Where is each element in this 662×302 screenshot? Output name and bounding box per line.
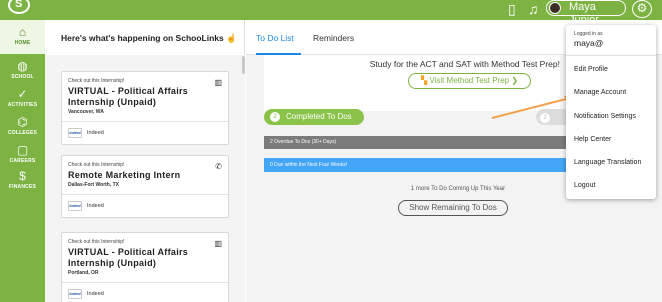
bell-icon[interactable]: ♫ <box>528 2 539 16</box>
source-label: Indeed <box>87 130 104 136</box>
sidebar-item-activities[interactable]: ✓ ACTIVITIES <box>0 88 45 108</box>
overdue-bar[interactable]: 2 Overdue To Dos (30+ Days) <box>264 136 566 149</box>
feed-card[interactable]: Check out this Internship! VIRTUAL - Pol… <box>61 71 229 145</box>
completed-count: 2 <box>270 112 280 122</box>
card-location: Vancouver, WA <box>68 109 104 115</box>
building-icon: ⌬ <box>17 115 28 129</box>
completed-label: Completed To Dos <box>286 112 352 121</box>
feed-scrollbar[interactable] <box>242 56 245 74</box>
logo-icon[interactable] <box>8 0 30 14</box>
card-title[interactable]: VIRTUAL - Political Affairs Internship (… <box>68 86 222 108</box>
menu-item-notification-settings[interactable]: Notification Settings <box>574 113 636 120</box>
building-icon: ▥ <box>214 78 222 87</box>
sidebar-item-label: SCHOOL <box>11 74 34 80</box>
gear-icon[interactable]: ⚙ <box>632 0 652 18</box>
logged-in-label: Logged in as <box>574 31 603 37</box>
menu-item-help-center[interactable]: Help Center <box>574 136 611 143</box>
sidebar-item-label: FINANCES <box>8 184 37 190</box>
indeed-logo: indeed <box>68 201 82 211</box>
tab-reminders[interactable]: Reminders <box>313 33 354 43</box>
card-source[interactable]: indeed Indeed <box>62 282 228 302</box>
phone-icon: ✆ <box>215 162 222 171</box>
building-icon: ▥ <box>214 239 222 248</box>
user-menu-button[interactable]: Maya Junior <box>546 0 626 26</box>
show-remaining-button[interactable]: Show Remaining To Dos <box>398 200 508 216</box>
menu-item-manage-account[interactable]: Manage Account <box>574 89 626 96</box>
sidebar: ⌂ HOME ◍ SCHOOL ✓ ACTIVITIES ⌬ COLLEGES … <box>0 20 45 302</box>
sidebar-item-label: ACTIVITIES <box>7 102 38 108</box>
visit-method-label: Visit Method Test Prep <box>429 76 510 85</box>
more-todos-text: 1 more To Do Coming Up This Year <box>410 186 506 192</box>
sidebar-item-careers[interactable]: ▢ CAREERS <box>0 144 45 164</box>
card-kicker: Check out this Internship! <box>68 239 125 245</box>
indeed-logo: indeed <box>68 289 82 299</box>
feed-card[interactable]: Check out this Internship! Remote Market… <box>61 155 229 218</box>
card-title[interactable]: Remote Marketing Intern <box>68 170 222 181</box>
check-circle-icon: ✓ <box>17 87 28 101</box>
sidebar-item-label: CAREERS <box>9 158 36 164</box>
home-icon: ⌂ <box>18 25 27 39</box>
dropdown-header: Logged in as maya@ <box>574 31 603 48</box>
feed-title: Here's what's happening on SchooLinks ☝ <box>61 33 237 43</box>
sidebar-item-label: HOME <box>14 40 31 46</box>
menu-item-language-translation[interactable]: Language Translation <box>574 159 641 166</box>
card-kicker: Check out this Internship! <box>68 162 125 168</box>
card-kicker: Check out this Internship! <box>68 78 125 84</box>
sidebar-item-finances[interactable]: $ FINANCES <box>0 170 45 190</box>
indeed-logo: indeed <box>68 128 82 138</box>
promo-text: Study for the ACT and SAT with Method Te… <box>369 59 560 69</box>
money-bag-icon: $ <box>19 169 26 183</box>
method-logo-icon: ▚ <box>420 76 428 85</box>
feed-card[interactable]: Check out this Internship! VIRTUAL - Pol… <box>61 232 229 302</box>
mobile-icon[interactable]: ▯ <box>508 2 516 16</box>
source-label: Indeed <box>87 203 104 209</box>
apple-icon: ◍ <box>17 59 28 73</box>
briefcase-icon: ▢ <box>16 143 29 157</box>
due-soon-bar[interactable]: 0 Due within the Next Four Weeks! <box>264 158 566 172</box>
sidebar-item-school[interactable]: ◍ SCHOOL <box>0 60 45 80</box>
top-bar: ▯ ♫ Maya Junior ⚙ <box>0 0 662 26</box>
menu-item-edit-profile[interactable]: Edit Profile <box>574 66 608 73</box>
sidebar-item-colleges[interactable]: ⌬ COLLEGES <box>0 116 45 136</box>
card-title[interactable]: VIRTUAL - Political Affairs Internship (… <box>68 247 222 269</box>
sidebar-item-home[interactable]: ⌂ HOME <box>0 20 45 54</box>
card-location: Portland, OR <box>68 270 99 276</box>
source-label: Indeed <box>87 291 104 297</box>
feed-list[interactable]: Check out this Internship! VIRTUAL - Pol… <box>45 55 245 302</box>
account-dropdown: Logged in as maya@ Edit Profile Manage A… <box>566 25 656 199</box>
sidebar-item-label: COLLEGES <box>7 130 38 136</box>
card-location: Dallas-Fort Worth, TX <box>68 182 120 188</box>
card-source[interactable]: indeed Indeed <box>62 194 228 217</box>
card-source[interactable]: indeed Indeed <box>62 121 228 144</box>
hand-icon: ☝ <box>226 33 237 43</box>
logged-in-username: maya@ <box>574 38 604 48</box>
tab-to-do-list[interactable]: To Do List <box>256 33 294 43</box>
divider <box>566 55 656 56</box>
visit-method-button[interactable]: ▚ Visit Method Test Prep ❯ <box>408 73 531 89</box>
avatar <box>549 2 561 14</box>
chevron-right-icon: ❯ <box>511 76 519 85</box>
feed-panel: Here's what's happening on SchooLinks ☝ … <box>45 20 245 302</box>
menu-item-logout[interactable]: Logout <box>574 182 595 189</box>
completed-todos-button[interactable]: 2 Completed To Dos <box>264 109 364 125</box>
